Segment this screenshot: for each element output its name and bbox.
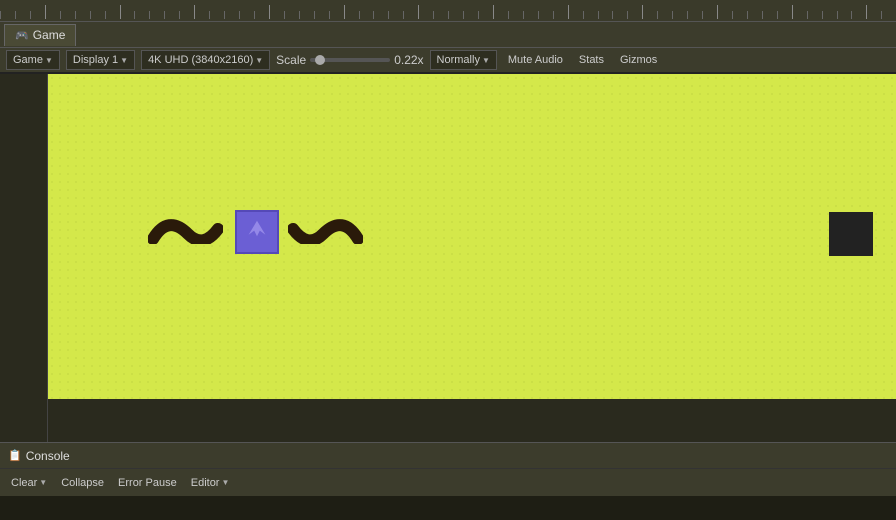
- collapse-label: Collapse: [61, 477, 104, 489]
- scale-slider-thumb[interactable]: [315, 55, 325, 65]
- viewport-wrapper: [0, 74, 896, 442]
- resolution-dropdown-arrow: ▼: [255, 56, 263, 65]
- mute-audio-label: Mute Audio: [508, 54, 563, 66]
- stats-button[interactable]: Stats: [574, 51, 609, 69]
- game-dropdown[interactable]: Game ▼: [6, 50, 60, 70]
- console-icon: 📋: [8, 449, 22, 462]
- scale-control: Scale 0.22x: [276, 53, 423, 67]
- black-square-object: [829, 212, 873, 256]
- render-mode-dropdown[interactable]: Normally ▼: [430, 50, 497, 70]
- render-mode-arrow: ▼: [482, 56, 490, 65]
- main-layout: // render ticks inline via template tric…: [0, 0, 896, 520]
- editor-label: Editor: [191, 477, 220, 489]
- game-tab-icon: 🎮: [15, 29, 29, 42]
- stats-label: Stats: [579, 54, 604, 66]
- game-tab[interactable]: 🎮 Game: [4, 24, 76, 46]
- editor-button[interactable]: Editor ▼: [186, 475, 235, 491]
- ruler-marks: // render ticks inline via template tric…: [0, 0, 896, 21]
- error-pause-label: Error Pause: [118, 477, 177, 489]
- gizmos-button[interactable]: Gizmos: [615, 51, 662, 69]
- player-sprite: [235, 210, 279, 254]
- side-strip: [0, 74, 48, 442]
- gizmos-label: Gizmos: [620, 54, 657, 66]
- editor-dropdown-arrow: ▼: [221, 478, 229, 487]
- scale-label: Scale: [276, 53, 306, 67]
- clear-dropdown-arrow: ▼: [39, 478, 47, 487]
- display-dropdown-label: Display 1: [73, 54, 118, 66]
- viewport-inner: [48, 74, 896, 399]
- mustache-left: [148, 214, 223, 244]
- console-tab-bar: 📋 Console: [0, 442, 896, 468]
- resolution-dropdown[interactable]: 4K UHD (3840x2160) ▼: [141, 50, 270, 70]
- game-toolbar: Game ▼ Display 1 ▼ 4K UHD (3840x2160) ▼ …: [0, 48, 896, 74]
- game-tab-bar: 🎮 Game: [0, 22, 896, 48]
- timeline-ruler: // render ticks inline via template tric…: [0, 0, 896, 22]
- error-pause-button[interactable]: Error Pause: [113, 475, 182, 491]
- scale-value: 0.22x: [394, 53, 423, 67]
- resolution-dropdown-label: 4K UHD (3840x2160): [148, 54, 253, 66]
- mustache-right: [288, 214, 363, 244]
- game-tab-label: Game: [33, 28, 66, 42]
- clear-button[interactable]: Clear ▼: [6, 475, 52, 491]
- game-viewport: [48, 74, 896, 399]
- clear-label: Clear: [11, 477, 37, 489]
- console-output: [0, 496, 896, 520]
- display-dropdown[interactable]: Display 1 ▼: [66, 50, 135, 70]
- game-dropdown-label: Game: [13, 54, 43, 66]
- player-sprite-inner: [243, 218, 271, 246]
- scale-slider-track[interactable]: [310, 58, 390, 62]
- mute-audio-button[interactable]: Mute Audio: [503, 51, 568, 69]
- collapse-button[interactable]: Collapse: [56, 475, 109, 491]
- render-mode-label: Normally: [437, 54, 480, 66]
- console-section: 📋 Console Clear ▼ Collapse Error Pause E…: [0, 442, 896, 520]
- display-dropdown-arrow: ▼: [120, 56, 128, 65]
- console-toolbar: Clear ▼ Collapse Error Pause Editor ▼: [0, 468, 896, 496]
- console-tab-label[interactable]: Console: [26, 449, 70, 463]
- game-dropdown-arrow: ▼: [45, 56, 53, 65]
